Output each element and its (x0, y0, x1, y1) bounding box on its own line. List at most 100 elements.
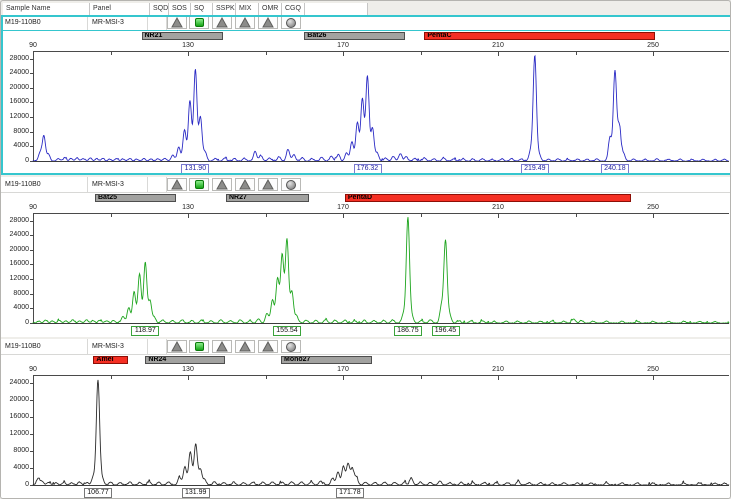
panel-name-cell: MR-MSI-3 (88, 339, 148, 354)
row-separator (1, 354, 731, 355)
quality-flag-sq (189, 16, 209, 29)
sqd-empty-cell (148, 15, 167, 30)
header-col-sos: SOS (169, 3, 191, 15)
triangle-icon (216, 179, 228, 190)
header-col-sample-name: Sample Name (3, 3, 90, 15)
sphere-icon (286, 180, 296, 190)
sqd-empty-cell (148, 339, 167, 354)
marker-bar-pentac: PentaC (424, 32, 655, 40)
x-tick-label-250: 250 (638, 366, 668, 373)
x-tick-label-210: 210 (483, 42, 513, 49)
quality-flag-sspk (212, 16, 232, 29)
quality-flag-cgq (281, 178, 301, 191)
allele-label-219.49[interactable]: 219.49 (521, 164, 549, 174)
allele-label-171.78[interactable]: 171.78 (336, 488, 364, 498)
quality-flag-sq (189, 178, 209, 191)
marker-bar-amel: Amel (93, 356, 128, 364)
electropherogram-panel-3[interactable]: M19-110B0MR-MSI-3AmelNR24Mono27901301702… (1, 339, 731, 499)
sample-row[interactable]: M19-110B0MR-MSI-3 (1, 15, 731, 31)
green-square-icon (195, 18, 204, 27)
quality-flag-mix (235, 178, 255, 191)
sample-row[interactable]: M19-110B0MR-MSI-3 (1, 339, 731, 355)
x-tick-label-90: 90 (18, 42, 48, 49)
triangle-icon (262, 341, 274, 352)
quality-flag-sos (167, 340, 187, 353)
row-separator (1, 30, 731, 31)
quality-flag-omr (258, 16, 278, 29)
triangle-icon (239, 17, 251, 28)
x-tick-label-130: 130 (173, 366, 203, 373)
header-col-cgq: CGQ (282, 3, 305, 15)
sqd-empty-cell (148, 177, 167, 192)
electropherogram-panel-2[interactable]: M19-110B0MR-MSI-3Bat25NR27PentaD90130170… (1, 177, 731, 337)
allele-label-240.18[interactable]: 240.18 (601, 164, 629, 174)
allele-label-186.75[interactable]: 186.75 (394, 326, 422, 336)
header-col-omr: OMR (259, 3, 282, 15)
allele-label-196.45[interactable]: 196.45 (432, 326, 460, 336)
triangle-icon (262, 17, 274, 28)
quality-flag-omr (258, 178, 278, 191)
trace-path (33, 380, 729, 486)
quality-flag-cgq (281, 340, 301, 353)
allele-label-131.99[interactable]: 131.99 (182, 488, 210, 498)
trace-plot[interactable] (1, 52, 731, 162)
sample-name-cell: M19-110B0 (1, 177, 88, 192)
quality-flag-mix (235, 340, 255, 353)
sphere-icon (286, 18, 296, 28)
header-col-sqd: SQD (150, 3, 169, 15)
trace-plot[interactable] (1, 376, 731, 486)
panel-name-cell: MR-MSI-3 (88, 15, 148, 30)
trace-path (33, 217, 729, 323)
allele-label-155.54[interactable]: 155.54 (273, 326, 301, 336)
header-col-sspk: SSPK (213, 3, 236, 15)
x-tick-label-130: 130 (173, 204, 203, 211)
triangle-icon (216, 17, 228, 28)
sample-name-cell: M19-110B0 (1, 339, 88, 354)
header-col-mix: MIX (236, 3, 259, 15)
header-col-spacer (305, 3, 368, 15)
marker-bar-bat26: Bat26 (304, 32, 405, 40)
quality-flag-cgq (281, 16, 301, 29)
row-separator (1, 192, 731, 193)
table-header: Sample NamePanelSQDSOSSQSSPKMIXOMRCGQ (3, 3, 368, 15)
x-tick-label-210: 210 (483, 366, 513, 373)
triangle-icon (262, 179, 274, 190)
triangle-icon (239, 341, 251, 352)
x-tick-label-90: 90 (18, 366, 48, 373)
green-square-icon (195, 180, 204, 189)
trace-plot[interactable] (1, 214, 731, 324)
marker-bar-nr21: NR21 (142, 32, 223, 40)
quality-flag-mix (235, 16, 255, 29)
marker-bar-bat25: Bat25 (95, 194, 176, 202)
allele-label-176.32[interactable]: 176.32 (354, 164, 382, 174)
allele-label-118.97[interactable]: 118.97 (131, 326, 159, 336)
panel-name-cell: MR-MSI-3 (88, 177, 148, 192)
triangle-icon (171, 179, 183, 190)
marker-bar-nr24: NR24 (145, 356, 224, 364)
electropherogram-panel-1[interactable]: M19-110B0MR-MSI-3NR21Bat26PentaC90130170… (1, 15, 731, 175)
x-tick-label-210: 210 (483, 204, 513, 211)
triangle-icon (171, 17, 183, 28)
fragment-analysis-window: Sample NamePanelSQDSOSSQSSPKMIXOMRCGQ M1… (0, 0, 731, 499)
allele-label-131.90[interactable]: 131.90 (181, 164, 209, 174)
marker-bar-nr27: NR27 (226, 194, 309, 202)
sample-row[interactable]: M19-110B0MR-MSI-3 (1, 177, 731, 193)
allele-label-106.77[interactable]: 106.77 (84, 488, 112, 498)
x-tick-label-130: 130 (173, 42, 203, 49)
marker-bar-pentad: PentaD (345, 194, 631, 202)
trace-path (33, 56, 729, 162)
quality-flag-sos (167, 178, 187, 191)
sphere-icon (286, 342, 296, 352)
quality-flag-sspk (212, 340, 232, 353)
header-col-panel: Panel (90, 3, 150, 15)
marker-bar-mono27: Mono27 (281, 356, 372, 364)
x-tick-label-90: 90 (18, 204, 48, 211)
quality-flag-omr (258, 340, 278, 353)
x-tick-label-170: 170 (328, 204, 358, 211)
sample-name-cell: M19-110B0 (1, 15, 88, 30)
triangle-icon (171, 341, 183, 352)
header-col-sq: SQ (191, 3, 213, 15)
quality-flag-sos (167, 16, 187, 29)
green-square-icon (195, 342, 204, 351)
x-tick-label-170: 170 (328, 366, 358, 373)
